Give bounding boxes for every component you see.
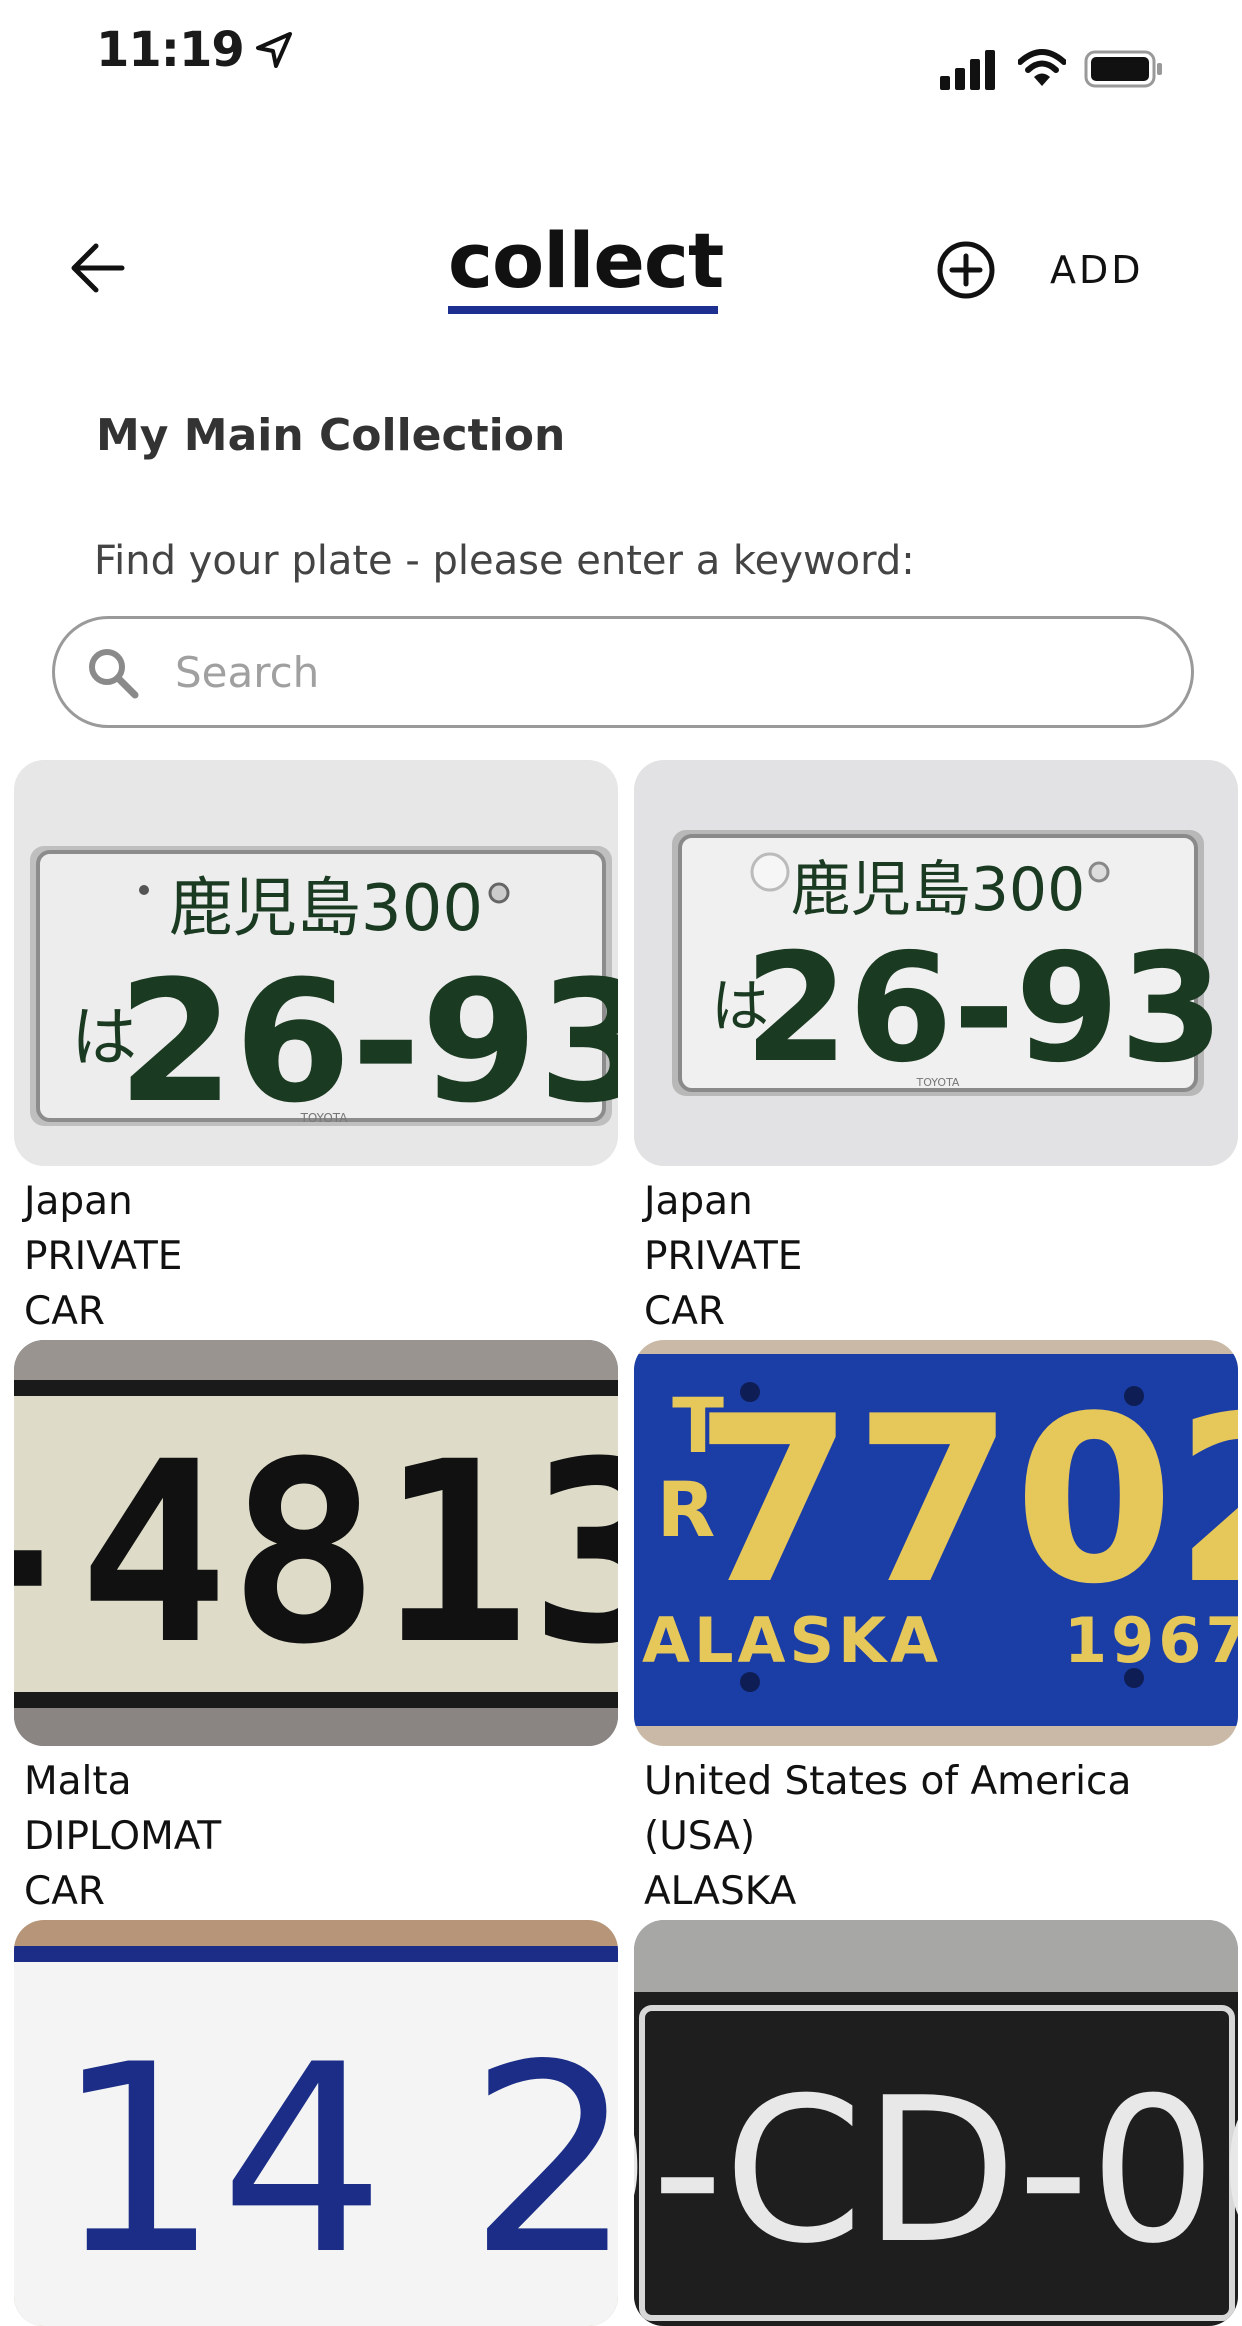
search-bar[interactable] <box>52 616 1194 728</box>
search-icon <box>89 649 139 699</box>
plate-number-text: 26-93 <box>117 944 618 1140</box>
plate-number-text: 7702 <box>694 1368 1238 1635</box>
add-circle-icon[interactable] <box>936 240 996 300</box>
cellular-signal-icon <box>940 50 995 90</box>
battery-icon <box>1084 50 1162 88</box>
plate-number-text: 9-CD-00 <box>634 2055 1238 2288</box>
status-time: 11:19 <box>96 22 294 78</box>
search-prompt: Find your plate - please enter a keyword… <box>94 538 915 584</box>
logo-text: collect <box>448 216 724 305</box>
status-bar: 11:19 <box>0 0 1242 120</box>
back-arrow-icon[interactable] <box>68 240 128 296</box>
plate-card[interactable]: 14 2 <box>14 1920 618 2326</box>
plate-category: PRIVATE <box>644 1234 803 1279</box>
plate-photo[interactable]: 9-CD-00 <box>634 1920 1238 2326</box>
plate-country: Japan <box>24 1179 133 1224</box>
plate-brand-text: TOYOTA <box>916 1076 960 1089</box>
plate-type: ALASKA <box>644 1869 797 1914</box>
plate-type: CAR <box>24 1289 106 1334</box>
plate-card[interactable]: -4813 Malta DIPLOMAT CAR <box>14 1340 618 1919</box>
app-logo: collect <box>448 216 724 314</box>
plate-card[interactable]: 9-CD-00 <box>634 1920 1238 2326</box>
plate-top-text: 鹿児島300 <box>169 872 483 946</box>
add-button[interactable]: ADD <box>1050 248 1144 292</box>
plate-year-text: 1967 <box>1064 1604 1238 1677</box>
collection-title: My Main Collection <box>96 410 566 461</box>
plate-number-text: -4813 <box>14 1408 618 1699</box>
plate-number-text: 26-93 <box>744 922 1224 1096</box>
plate-card[interactable]: T R 7702 ALASKA 1967 United States of Am… <box>634 1340 1238 1919</box>
plate-number-text: 14 2 <box>55 2010 618 2312</box>
plate-card[interactable]: 鹿児島300 は 26-93 TOYOTA Japan PRIVATE CAR <box>14 760 618 1339</box>
plate-country: United States of America <box>644 1759 1132 1804</box>
plate-category: (USA) <box>644 1814 756 1859</box>
plate-state-text: ALASKA <box>642 1604 942 1677</box>
plate-top-text: 鹿児島300 <box>791 855 1086 925</box>
plate-photo[interactable]: 鹿児島300 は 26-93 TOYOTA <box>14 760 618 1166</box>
clock-text: 11:19 <box>96 22 245 78</box>
wifi-icon <box>1018 49 1066 86</box>
plate-brand-text: TOYOTA <box>300 1111 349 1125</box>
search-input[interactable] <box>173 639 1137 705</box>
location-arrow-icon <box>255 32 292 68</box>
plate-card[interactable]: 鹿児島300 は 26-93 TOYOTA Japan PRIVATE CAR <box>634 760 1238 1339</box>
plate-category: DIPLOMAT <box>24 1814 222 1859</box>
plate-category: PRIVATE <box>24 1234 183 1279</box>
plate-country: Malta <box>24 1759 132 1804</box>
plate-photo[interactable]: T R 7702 ALASKA 1967 <box>634 1340 1238 1746</box>
logo-underline <box>448 306 718 314</box>
plate-type: CAR <box>24 1869 106 1914</box>
plate-photo[interactable]: 鹿児島300 は 26-93 TOYOTA <box>634 760 1238 1166</box>
plate-type: CAR <box>644 1289 726 1334</box>
plate-photo[interactable]: -4813 <box>14 1340 618 1746</box>
plate-photo[interactable]: 14 2 <box>14 1920 618 2326</box>
plate-country: Japan <box>644 1179 753 1224</box>
